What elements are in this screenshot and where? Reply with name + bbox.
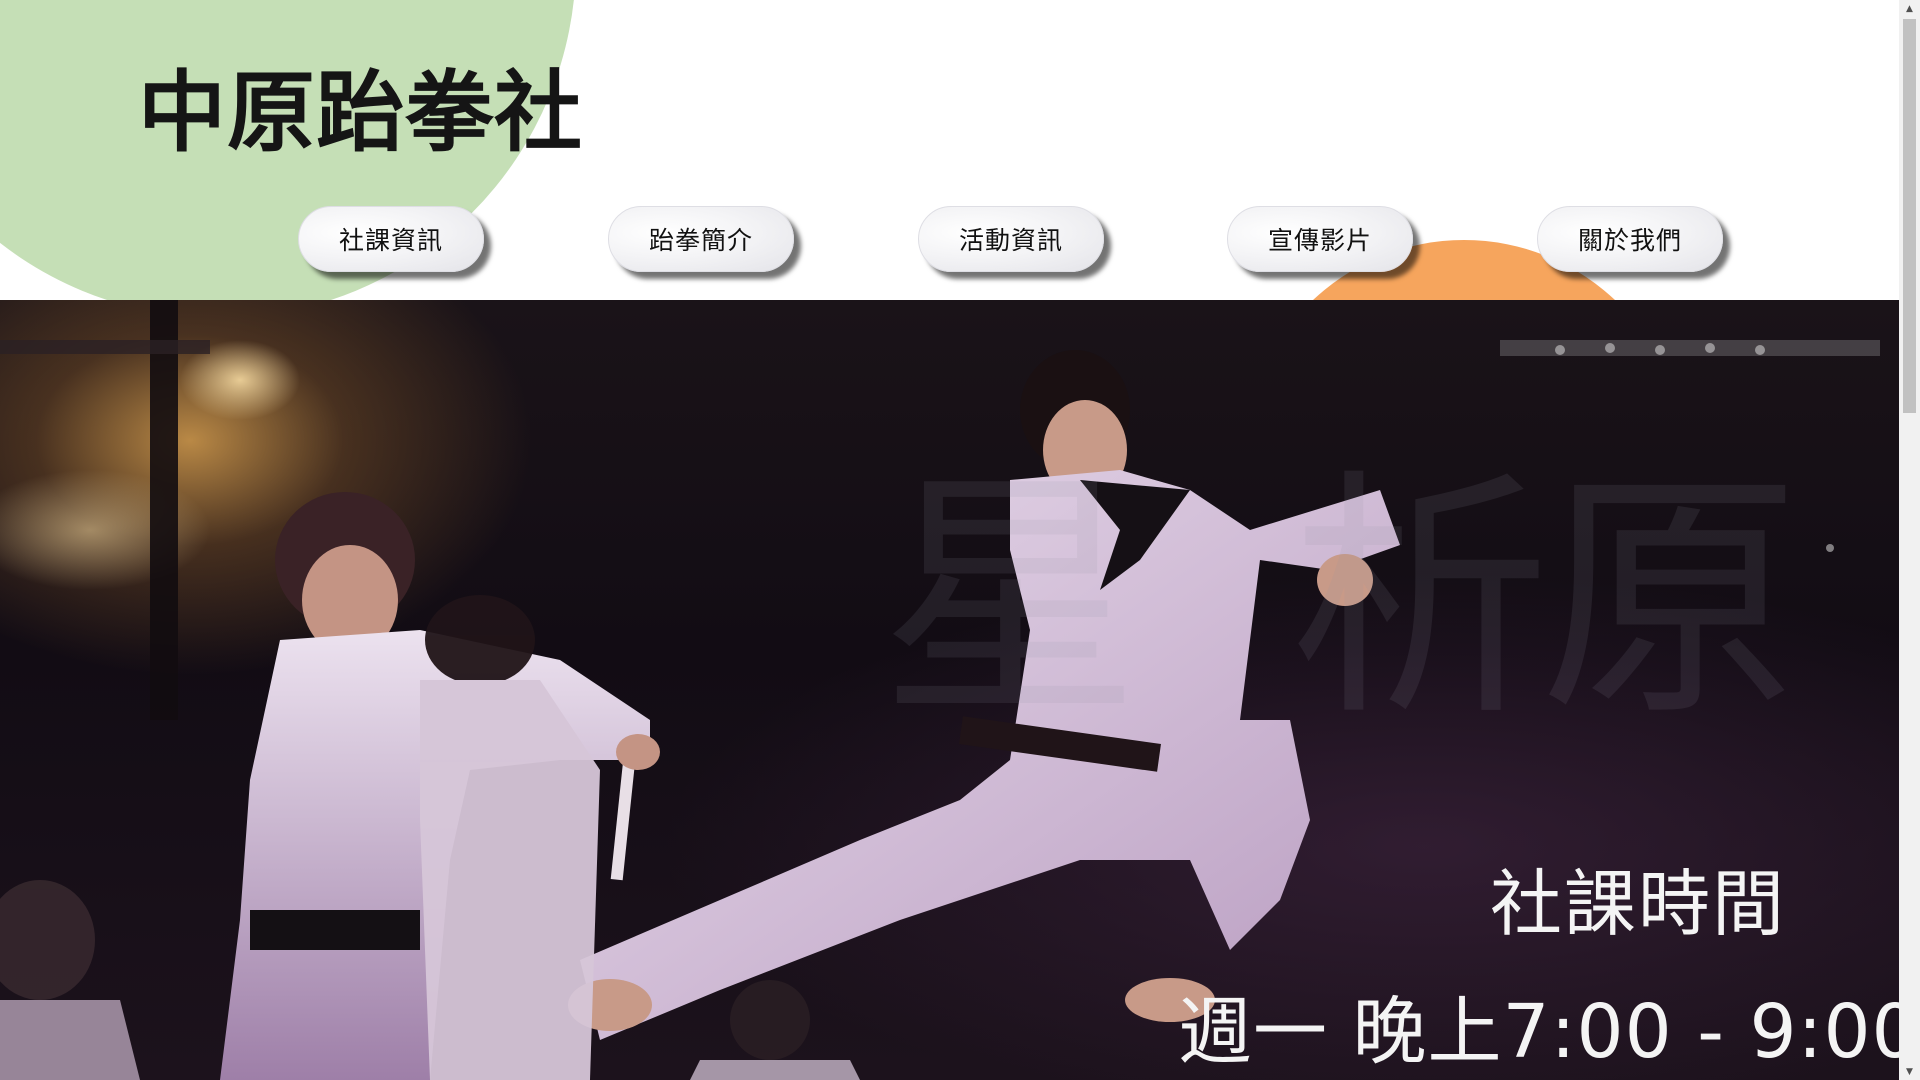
nav-button-class-info[interactable]: 社課資訊: [298, 206, 484, 272]
triangle-down-icon[interactable]: ▼: [1899, 1063, 1920, 1080]
hero-banner: 星 析 原 社課時間 週一 晚上7:00 - 9:00: [0, 300, 1899, 1080]
class-time-heading: 社課時間: [1490, 862, 1787, 946]
main-nav: 社課資訊 跆拳簡介 活動資訊 宣傳影片 關於我們: [0, 206, 1899, 276]
page: 中原跆拳社 社課資訊 跆拳簡介 活動資訊 宣傳影片 關於我們 星 析 原 社課時…: [0, 0, 1920, 1080]
background-glyph-1: 星: [880, 449, 1140, 751]
background-glyph-2: 析: [1290, 449, 1550, 751]
triangle-up-icon[interactable]: ▲: [1899, 0, 1920, 17]
nav-button-about-us[interactable]: 關於我們: [1537, 206, 1723, 272]
nav-button-activity-info[interactable]: 活動資訊: [918, 206, 1104, 272]
nav-button-taekwondo-intro[interactable]: 跆拳簡介: [608, 206, 794, 272]
class-time-value: 週一 晚上7:00 - 9:00: [1178, 989, 1899, 1075]
site-title[interactable]: 中原跆拳社: [138, 52, 583, 172]
scrollbar-thumb[interactable]: [1903, 19, 1916, 413]
background-glyph-3: 原: [1540, 449, 1800, 751]
site-header: 中原跆拳社 社課資訊 跆拳簡介 活動資訊 宣傳影片 關於我們: [0, 0, 1899, 300]
nav-button-promo-video[interactable]: 宣傳影片: [1227, 206, 1413, 272]
vertical-scrollbar[interactable]: ▲ ▼: [1899, 0, 1920, 1080]
